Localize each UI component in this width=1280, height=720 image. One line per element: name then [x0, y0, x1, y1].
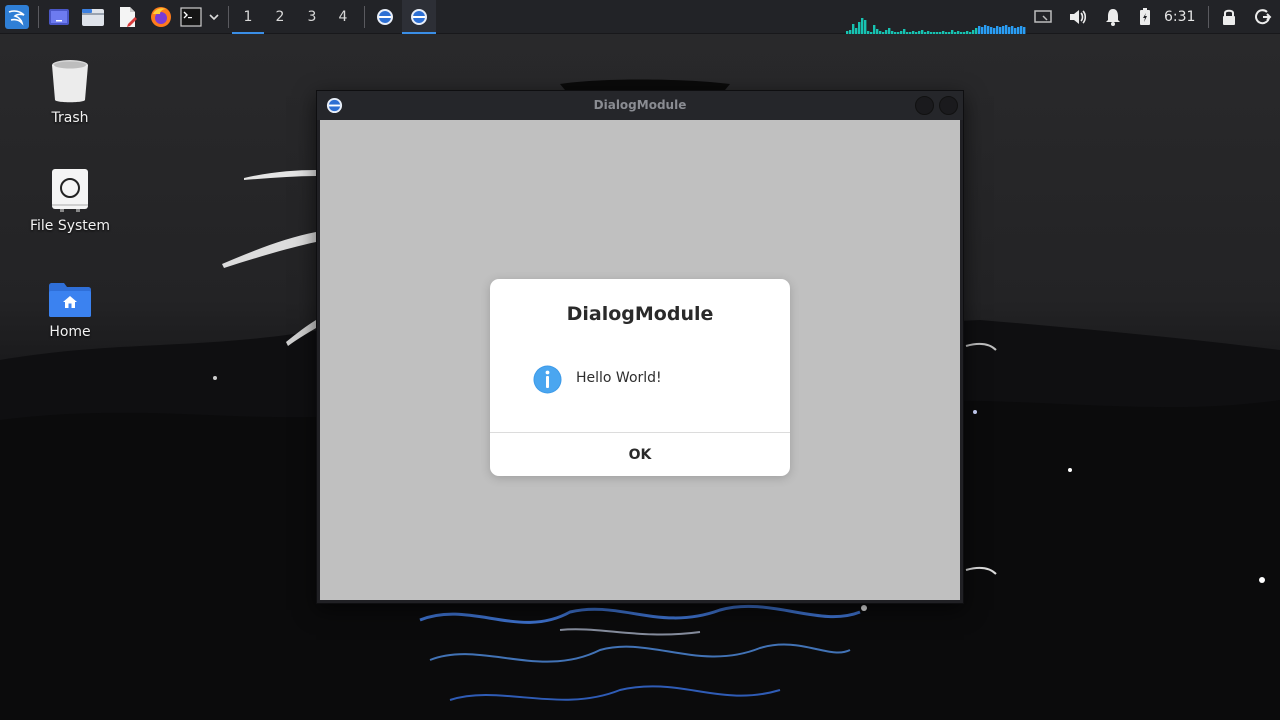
lock-icon: [1223, 9, 1235, 25]
terminal-button[interactable]: [178, 0, 204, 34]
file-manager-icon: [82, 9, 104, 26]
trash-icon: [52, 60, 88, 103]
show-desktop-button[interactable]: [46, 0, 72, 34]
taskbar-dialogmodule-button[interactable]: [402, 0, 436, 34]
lock-screen-button[interactable]: [1218, 0, 1240, 34]
show-desktop-icon: [49, 9, 69, 25]
workspace-1[interactable]: 1: [232, 0, 264, 34]
workspace-2[interactable]: 2: [264, 0, 296, 34]
desktop-icon-trash[interactable]: Trash: [15, 58, 125, 126]
file-manager-button[interactable]: [80, 0, 106, 34]
app-globe-icon: [326, 97, 343, 114]
cpu-graph-icon: [846, 18, 1026, 34]
desktop-icon-label: Home: [49, 324, 91, 340]
ok-button[interactable]: OK: [490, 433, 790, 476]
notifications-button[interactable]: [1102, 0, 1124, 34]
volume-button[interactable]: [1066, 0, 1090, 34]
top-panel: 1 2 3 4 6:31: [0, 0, 1280, 34]
app-globe-icon: [411, 9, 427, 25]
window-titlebar[interactable]: DialogModule: [317, 91, 963, 120]
close-button[interactable]: [939, 96, 958, 115]
screen-cast-button[interactable]: [1032, 0, 1054, 34]
workspace-3[interactable]: 3: [296, 0, 328, 34]
desktop-icon-home[interactable]: Home: [15, 282, 125, 340]
taskbar-app-button[interactable]: [368, 0, 402, 34]
bell-icon: [1106, 9, 1120, 26]
battery-button[interactable]: [1136, 0, 1154, 34]
workspace-4[interactable]: 4: [327, 0, 359, 34]
logout-button[interactable]: [1252, 0, 1274, 34]
firefox-icon: [151, 7, 171, 27]
desktop-icon-label: File System: [29, 218, 111, 234]
text-editor-button[interactable]: [114, 0, 140, 34]
info-icon: [533, 365, 562, 394]
battery-icon: [1140, 8, 1150, 25]
display-icon: [1034, 10, 1052, 23]
home-folder-icon: [49, 283, 91, 317]
speaker-icon: [1070, 10, 1087, 24]
kali-menu-button[interactable]: [3, 0, 31, 34]
panel-clock[interactable]: 6:31: [1164, 0, 1200, 34]
drive-icon: [52, 169, 88, 212]
window-title: DialogModule: [593, 98, 687, 112]
message-dialog: DialogModule Hello World! OK: [490, 279, 790, 476]
kali-menu-icon: [5, 5, 29, 29]
terminal-icon: [180, 7, 202, 27]
desktop-icon-label: Trash: [51, 110, 89, 126]
power-icon: [1255, 9, 1272, 25]
minimize-button[interactable]: [915, 96, 934, 115]
launcher-dropdown-button[interactable]: [206, 0, 222, 34]
firefox-button[interactable]: [148, 0, 174, 34]
dialog-message: Hello World!: [576, 370, 662, 386]
chevron-down-icon: [209, 14, 219, 21]
app-globe-icon: [377, 9, 393, 25]
desktop-icon-file-system[interactable]: File System: [15, 168, 125, 234]
system-load-graph: [846, 0, 1026, 34]
dialog-title: DialogModule: [566, 303, 714, 325]
text-editor-icon: [120, 7, 137, 27]
